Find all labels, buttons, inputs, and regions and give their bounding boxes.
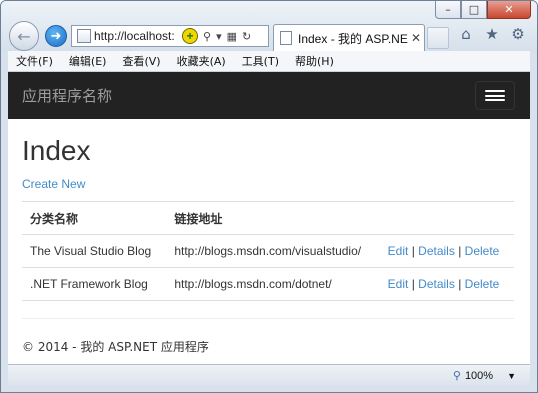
close-tab-icon[interactable]: ✕ bbox=[408, 31, 424, 45]
separator: | bbox=[458, 244, 462, 258]
chevron-down-icon[interactable]: ▼ bbox=[507, 371, 516, 381]
close-window-button[interactable]: ✕ bbox=[487, 1, 531, 19]
cell-actions: Edit | Details | Delete bbox=[379, 234, 514, 268]
cell-category: .NET Framework Blog bbox=[22, 267, 167, 301]
search-icon[interactable]: ⚲ bbox=[203, 30, 211, 43]
menu-tools[interactable]: 工具(T) bbox=[234, 53, 287, 69]
hamburger-line bbox=[485, 94, 505, 97]
menu-file[interactable]: 文件(F) bbox=[8, 53, 61, 69]
minimize-button[interactable]: – bbox=[435, 1, 461, 19]
chevron-down-icon[interactable]: ▾ bbox=[216, 30, 222, 43]
edit-link[interactable]: Edit bbox=[388, 244, 409, 258]
arrow-left-icon: ← bbox=[17, 26, 31, 46]
cell-category: The Visual Studio Blog bbox=[22, 234, 167, 268]
footer-divider bbox=[22, 318, 514, 319]
maximize-button[interactable]: □ bbox=[461, 1, 487, 19]
table-row: .NET Framework Blog http://blogs.msdn.co… bbox=[22, 267, 514, 301]
forward-button[interactable]: ➜ bbox=[45, 25, 67, 47]
column-header-url: 链接地址 bbox=[166, 201, 380, 235]
zoom-icon: ⚲ bbox=[452, 370, 461, 382]
zoom-control[interactable]: ⚲ 100% ▼ bbox=[452, 369, 516, 383]
separator: | bbox=[458, 277, 462, 291]
site-navbar: 应用程序名称 bbox=[8, 72, 530, 119]
cell-url: http://blogs.msdn.com/visualstudio/ bbox=[166, 234, 380, 268]
new-tab-button[interactable] bbox=[427, 27, 449, 49]
cell-url: http://blogs.msdn.com/dotnet/ bbox=[166, 267, 380, 301]
compatibility-view-icon[interactable]: + bbox=[182, 28, 198, 44]
menu-bar: 文件(F) 编辑(E) 查看(V) 收藏夹(A) 工具(T) 帮助(H) bbox=[8, 51, 530, 72]
delete-link[interactable]: Delete bbox=[465, 277, 500, 291]
page-viewport: 应用程序名称 Index Create New 分类名称 链接地址 The Vi… bbox=[8, 72, 530, 364]
navbar-toggle-button[interactable] bbox=[475, 81, 515, 110]
tab-title: Index - 我的 ASP.NE... bbox=[298, 31, 408, 46]
hamburger-line bbox=[485, 99, 505, 101]
page-icon bbox=[280, 31, 292, 45]
back-button[interactable]: ← bbox=[9, 21, 39, 51]
separator: | bbox=[411, 277, 415, 291]
separator: | bbox=[411, 244, 415, 258]
table-header-row: 分类名称 链接地址 bbox=[22, 201, 514, 235]
compat-page-icon[interactable]: ▦ bbox=[227, 30, 237, 43]
menu-help[interactable]: 帮助(H) bbox=[287, 53, 342, 69]
star-icon[interactable]: ★ bbox=[483, 25, 501, 43]
tab-index[interactable]: Index - 我的 ASP.NE... ✕ bbox=[273, 24, 425, 51]
home-icon[interactable]: ⌂ bbox=[457, 25, 475, 43]
hamburger-line bbox=[485, 90, 505, 92]
column-header-category: 分类名称 bbox=[22, 201, 167, 235]
column-header-actions bbox=[379, 201, 514, 235]
browser-window: – □ ✕ ← ➜ http://localhost: + ⚲ ▾ ▦ ↻ In… bbox=[0, 0, 538, 393]
table-row: The Visual Studio Blog http://blogs.msdn… bbox=[22, 234, 514, 268]
page-title: Index bbox=[22, 135, 91, 166]
address-bar[interactable]: http://localhost: + ⚲ ▾ ▦ ↻ bbox=[71, 25, 269, 47]
page-icon bbox=[77, 29, 91, 43]
browser-toolbar-icons: ⌂ ★ ⚙ bbox=[457, 25, 527, 43]
menu-view[interactable]: 查看(V) bbox=[114, 53, 168, 69]
delete-link[interactable]: Delete bbox=[465, 244, 500, 258]
status-bar: ⚲ 100% ▼ bbox=[8, 364, 530, 386]
window-controls: – □ ✕ bbox=[435, 1, 531, 19]
arrow-right-icon: ➜ bbox=[50, 28, 62, 44]
details-link[interactable]: Details bbox=[418, 244, 455, 258]
menu-edit[interactable]: 编辑(E) bbox=[61, 53, 115, 69]
refresh-icon[interactable]: ↻ bbox=[242, 30, 251, 43]
create-new-link[interactable]: Create New bbox=[22, 177, 85, 191]
zoom-level: 100% bbox=[464, 369, 494, 382]
details-link[interactable]: Details bbox=[418, 277, 455, 291]
cell-actions: Edit | Details | Delete bbox=[379, 267, 514, 301]
footer-text: © 2014 - 我的 ASP.NET 应用程序 bbox=[22, 340, 209, 354]
address-url[interactable]: http://localhost: bbox=[94, 29, 180, 43]
gear-icon[interactable]: ⚙ bbox=[509, 25, 527, 43]
edit-link[interactable]: Edit bbox=[388, 277, 409, 291]
main-content: Index Create New 分类名称 链接地址 The Visual St… bbox=[8, 135, 530, 355]
blog-table: 分类名称 链接地址 The Visual Studio Blog http://… bbox=[22, 201, 514, 301]
menu-favorites[interactable]: 收藏夹(A) bbox=[169, 53, 234, 69]
site-brand[interactable]: 应用程序名称 bbox=[22, 85, 112, 106]
